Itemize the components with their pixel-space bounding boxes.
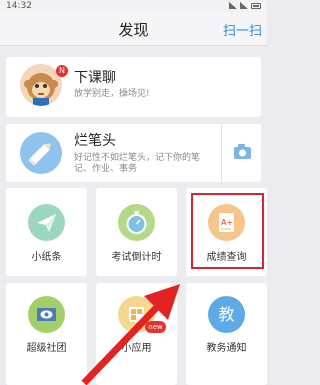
annotation-arrow [81,284,180,385]
